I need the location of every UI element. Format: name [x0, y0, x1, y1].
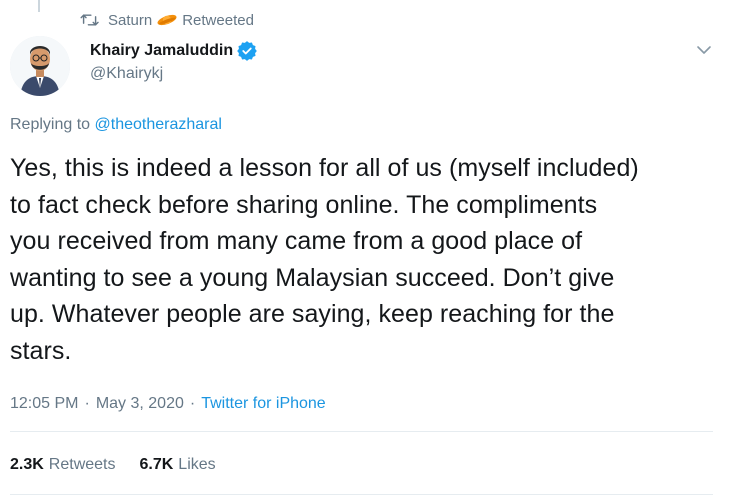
- avatar[interactable]: [10, 36, 70, 96]
- tweet-line: you received from many came from a good …: [10, 227, 583, 255]
- meta-separator: ·: [189, 395, 196, 412]
- replying-to-prefix: Replying to: [10, 116, 91, 133]
- retweeter-name[interactable]: Saturn: [108, 12, 152, 29]
- retweet-icon: [80, 14, 99, 26]
- tweet-text: Yes, this is indeed a lesson for all of …: [10, 150, 715, 369]
- reply-mention-link[interactable]: @theotherazharal: [95, 116, 222, 133]
- likes-stat[interactable]: 6.7K Likes: [140, 456, 216, 474]
- divider: [10, 494, 713, 495]
- chevron-down-icon[interactable]: [694, 40, 714, 60]
- tweet-line: Yes, this is indeed a lesson for all of …: [10, 154, 639, 182]
- meta-separator: ·: [84, 395, 90, 412]
- author-handle[interactable]: @Khairykj: [90, 65, 257, 83]
- tweet-line: to fact check before sharing online. The…: [10, 190, 598, 219]
- retweets-label: Retweets: [48, 456, 116, 473]
- verified-badge-icon: [237, 41, 257, 61]
- tweet-time[interactable]: 12:05 PM: [10, 395, 78, 413]
- name-row: Khairy Jamaluddin: [90, 40, 257, 62]
- retweets-count: 2.3K: [10, 456, 44, 473]
- likes-label: Likes: [178, 456, 216, 473]
- author-block: Khairy Jamaluddin @Khairykj: [90, 40, 257, 83]
- retweeted-label: Retweeted: [182, 11, 254, 29]
- avatar-illustration: [10, 36, 70, 96]
- tweet-line: stars.: [10, 336, 72, 365]
- tweet-line: wanting to see a young Malaysian succeed…: [10, 263, 615, 292]
- retweets-stat[interactable]: 2.3K Retweets: [10, 456, 116, 474]
- tweet-meta: 12:05 PM · May 3, 2020 · Twitter for iPh…: [10, 395, 326, 413]
- replying-to: Replying to @theotherazharal: [10, 116, 222, 134]
- retweet-context: Saturn Retweeted: [80, 10, 254, 30]
- tweet-line: up. Whatever people are saying, keep rea…: [10, 300, 615, 328]
- thread-line: [38, 0, 40, 12]
- tweet-header: Khairy Jamaluddin @Khairykj: [10, 36, 720, 98]
- saturn-icon: [157, 14, 177, 26]
- tweet-stats: 2.3K Retweets 6.7K Likes: [10, 456, 240, 474]
- tweet-source-link[interactable]: Twitter for iPhone: [201, 395, 326, 413]
- author-display-name[interactable]: Khairy Jamaluddin: [90, 42, 233, 60]
- likes-count: 6.7K: [139, 456, 174, 473]
- tweet-date[interactable]: May 3, 2020: [96, 395, 184, 413]
- divider: [10, 431, 713, 432]
